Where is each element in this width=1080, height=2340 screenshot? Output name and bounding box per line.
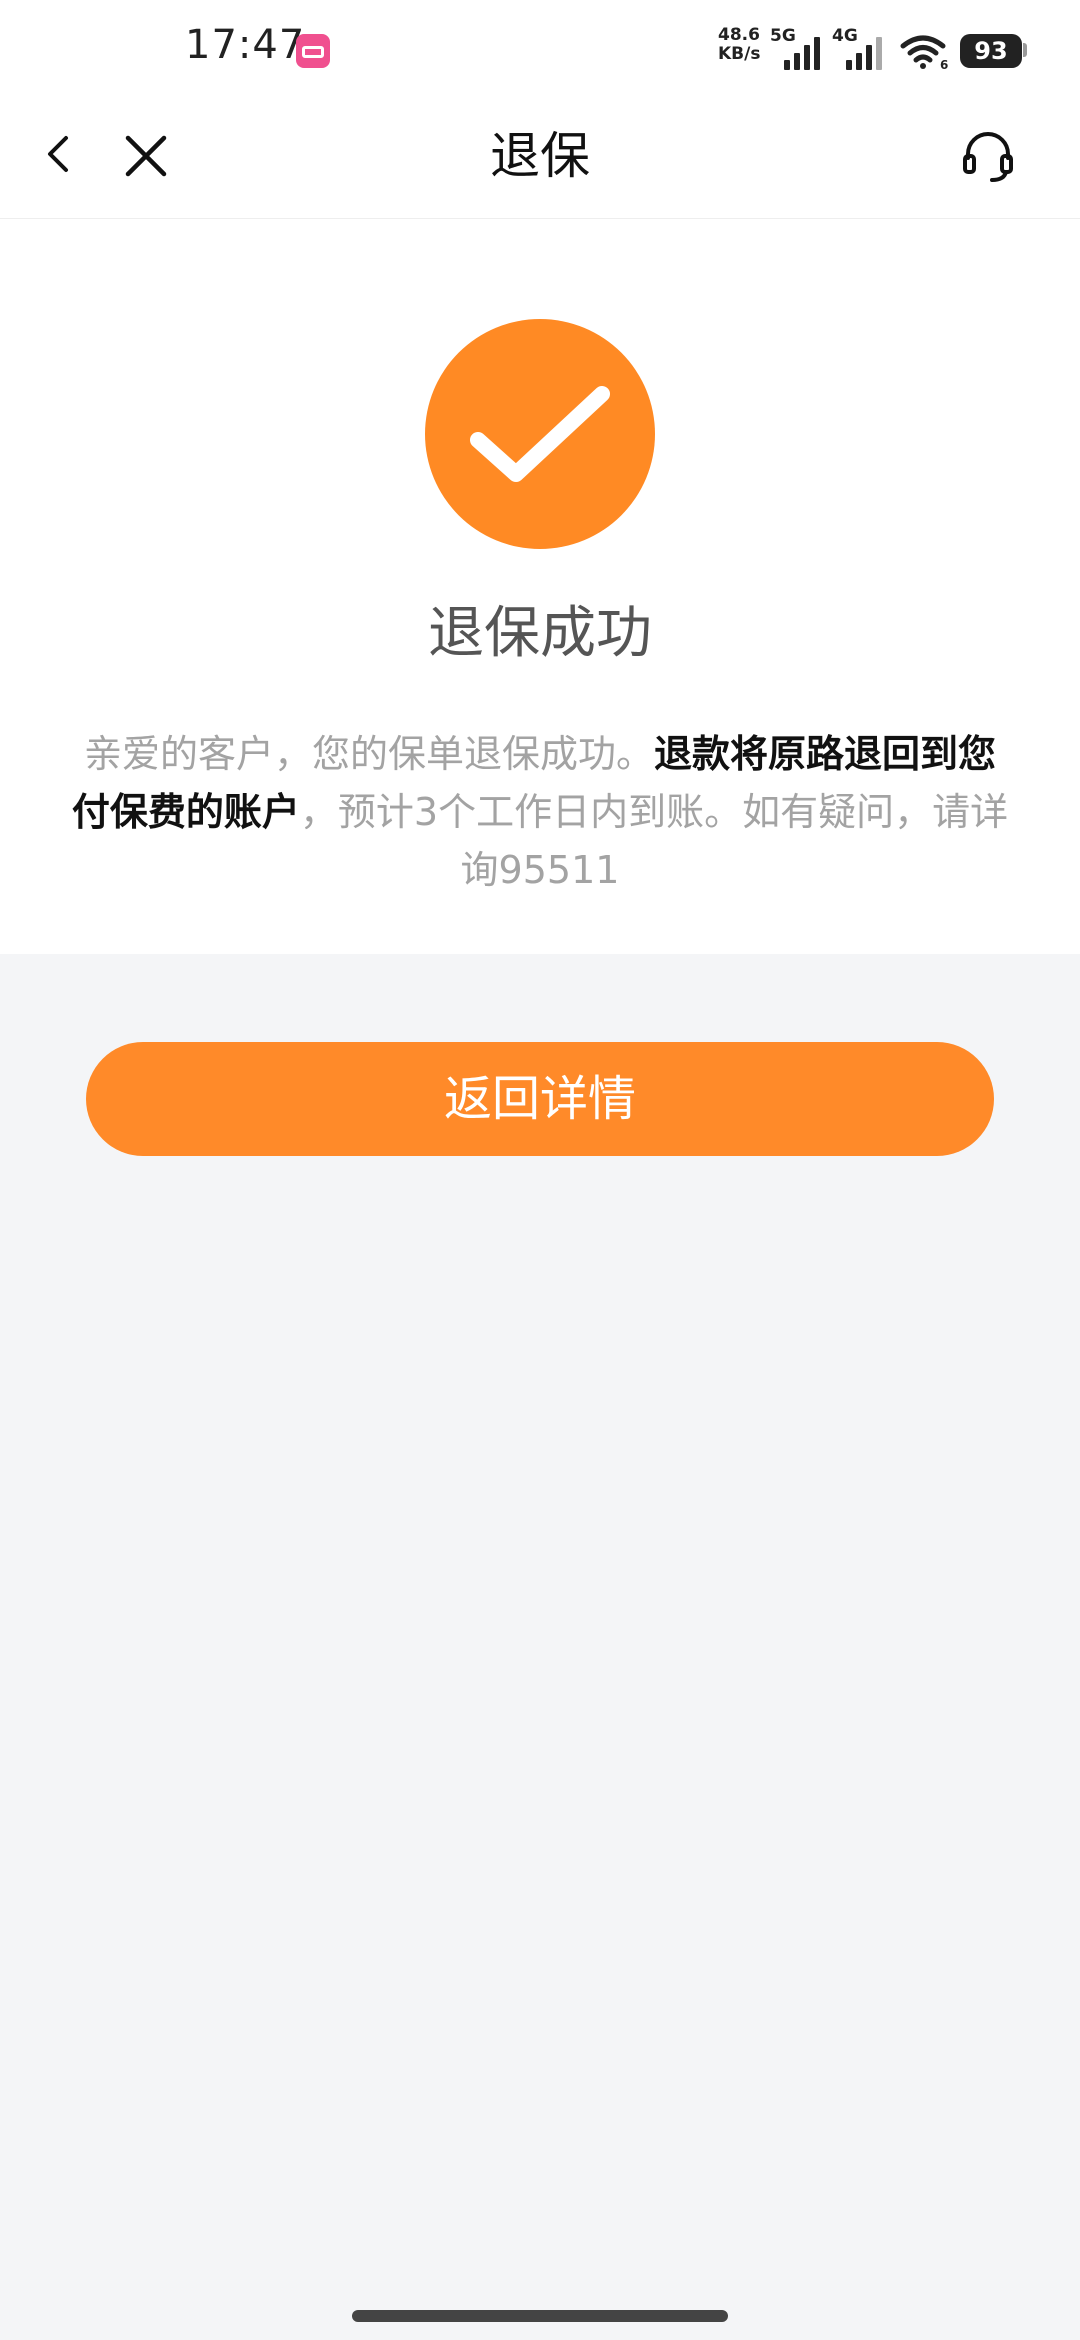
result-description: 亲爱的客户，您的保单退保成功。退款将原路退回到您付保费的账户，预计3个工作日内到… — [70, 725, 1010, 899]
result-title: 退保成功 — [428, 601, 652, 666]
customer-service-button[interactable] — [960, 126, 1016, 186]
success-badge — [425, 319, 655, 549]
network-speed-value: 48.6 — [718, 25, 760, 45]
wifi-icon: 6 — [900, 35, 948, 70]
home-indicator[interactable] — [352, 2310, 728, 2322]
result-desc-text-end: ，预计3个工作日内到账。如有疑问，请详询95511 — [299, 790, 1009, 892]
close-icon — [125, 135, 167, 177]
network-speed: 48.6 KB/s — [718, 26, 760, 64]
battery-indicator: 93 — [960, 34, 1022, 68]
headset-icon — [963, 132, 1013, 182]
result-panel: 退保成功 亲爱的客户，您的保单退保成功。退款将原路退回到您付保费的账户，预计3个… — [0, 219, 1080, 954]
status-bar: 17:47 48.6 KB/s 5G 4G 6 93 — [0, 0, 1080, 100]
signal-4g-icon — [846, 37, 882, 70]
back-button[interactable] — [30, 126, 90, 186]
wifi-badge: 6 — [940, 58, 948, 70]
result-desc-text: 亲爱的客户，您的保单退保成功。 — [83, 732, 654, 776]
network-speed-unit: KB/s — [718, 44, 761, 64]
chevron-left-icon — [48, 136, 68, 172]
battery-tip — [1023, 43, 1027, 57]
status-time: 17:47 — [185, 22, 306, 68]
app-notification-icon — [296, 34, 330, 68]
return-details-button[interactable]: 返回详情 — [86, 1042, 994, 1156]
signal-5g-icon — [784, 37, 820, 70]
close-button[interactable] — [114, 124, 178, 188]
page-title: 退保 — [490, 127, 590, 185]
navigation-bar: 退保 — [0, 100, 1080, 219]
checkmark-icon — [470, 386, 610, 482]
